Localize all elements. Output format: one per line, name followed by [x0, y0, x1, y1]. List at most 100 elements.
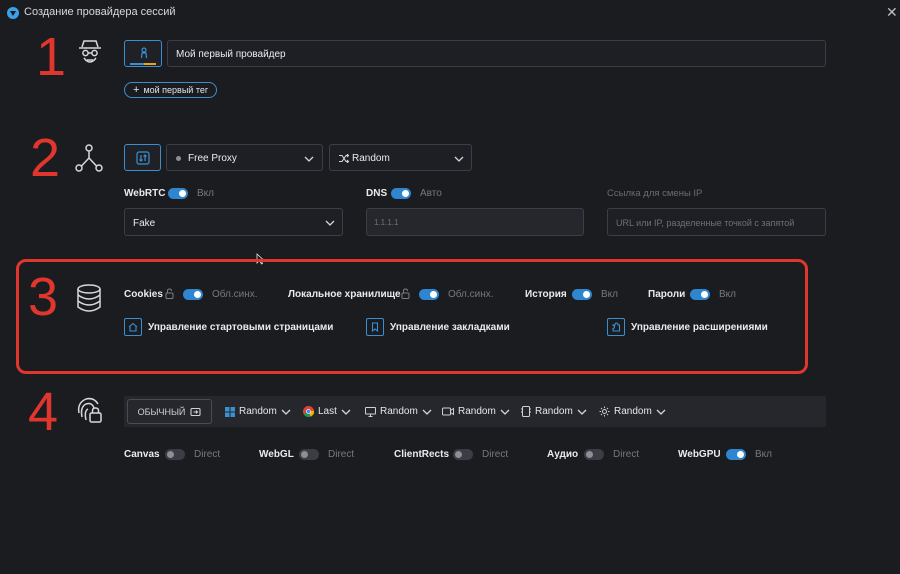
webrtc-select-value: Fake: [133, 218, 156, 229]
clientrects-toggle[interactable]: [453, 449, 473, 460]
cookies-toggle[interactable]: [183, 289, 203, 300]
incognito-user-icon: [79, 40, 101, 63]
chevron-down-icon: [304, 156, 314, 162]
step-number-2: 2: [30, 128, 61, 188]
mode-button-label: ОБЫЧНЫЙ: [137, 406, 186, 417]
toggle-knob: [737, 451, 744, 458]
cookies-label: Cookies: [124, 289, 163, 300]
close-icon[interactable]: ✕: [886, 5, 898, 19]
chevron-down-icon: [500, 409, 510, 415]
mode-button[interactable]: ОБЫЧНЫЙ: [127, 399, 212, 424]
chrome-icon: [303, 406, 314, 417]
webgl-label: WebGL: [259, 449, 294, 460]
dns-label: DNS: [366, 188, 388, 199]
local-storage-label: Локальное хранилище: [288, 289, 401, 300]
rotation-select[interactable]: Random: [329, 144, 472, 171]
webrtc-select[interactable]: Fake: [124, 208, 343, 236]
ip-change-input[interactable]: URL или IP, разделенные точкой с запятой: [607, 208, 826, 236]
bookmark-icon-box: [366, 318, 384, 336]
status-dot-icon: [176, 156, 181, 161]
avatar-color-strip-blue: [130, 63, 144, 65]
step-number-3: 3: [28, 267, 59, 327]
avatar-color-strip-orange: [144, 63, 156, 65]
monitor-icon: [365, 406, 376, 417]
passwords-state: Вкл: [719, 289, 736, 300]
webgl-toggle[interactable]: [299, 449, 319, 460]
toggle-knob: [179, 190, 186, 197]
webgpu-state: Вкл: [755, 449, 772, 460]
chevron-down-icon: [325, 220, 335, 226]
provider-name-input[interactable]: Мой первый провайдер: [167, 40, 826, 67]
puzzle-icon: [612, 322, 621, 332]
puzzle-icon-box: [607, 318, 625, 336]
database-icon: [77, 284, 101, 312]
home-icon: [128, 322, 138, 332]
screen-select[interactable]: Random: [365, 406, 432, 417]
swap-arrows-icon: [136, 151, 150, 165]
network-nodes-icon: [75, 144, 103, 172]
dns-input[interactable]: 1.1.1.1: [366, 208, 584, 236]
gpu-select-value: Random: [614, 406, 652, 417]
section-3-highlight: [16, 259, 808, 374]
proxy-select[interactable]: Free Proxy: [166, 144, 323, 171]
gear-icon: [599, 406, 610, 417]
audio-state: Direct: [613, 449, 640, 460]
app-logo-icon: [7, 7, 19, 19]
canvas-toggle[interactable]: [165, 449, 185, 460]
browser-select[interactable]: Last: [303, 406, 351, 417]
title-bar: Создание провайдера сессий ✕: [0, 0, 900, 26]
webrtc-label: WebRTC: [124, 188, 166, 199]
provider-name-value: Мой первый провайдер: [176, 49, 286, 60]
toggle-knob: [402, 190, 409, 197]
home-icon-box: [124, 318, 142, 336]
chevron-down-icon: [454, 156, 464, 162]
shuffle-icon: [339, 154, 349, 163]
phone-chip-icon: [521, 406, 531, 417]
refresh-icon: [190, 407, 201, 416]
cpu-select[interactable]: Random: [521, 406, 587, 417]
clientrects-state: Direct: [482, 449, 509, 460]
os-select[interactable]: Random: [225, 406, 291, 417]
avatar-button[interactable]: [124, 40, 162, 67]
toggle-knob: [701, 291, 708, 298]
history-state: Вкл: [601, 289, 618, 300]
cookies-state: Обл.синх.: [212, 289, 258, 300]
webrtc-toggle[interactable]: [168, 188, 188, 199]
toggle-knob: [586, 451, 593, 458]
local-storage-toggle[interactable]: [419, 289, 439, 300]
browser-select-value: Last: [318, 406, 337, 417]
chevron-down-icon: [341, 409, 351, 415]
webgpu-label: WebGPU: [678, 449, 721, 460]
clientrects-label: ClientRects: [394, 449, 450, 460]
dns-toggle[interactable]: [391, 188, 411, 199]
extensions-label: Управление расширениями: [631, 322, 768, 333]
toggle-knob: [167, 451, 174, 458]
chevron-down-icon: [281, 409, 291, 415]
history-toggle[interactable]: [572, 289, 592, 300]
proxy-select-value: Free Proxy: [188, 153, 237, 164]
dns-placeholder: 1.1.1.1: [374, 218, 399, 227]
local-storage-state: Обл.синх.: [448, 289, 494, 300]
audio-toggle[interactable]: [584, 449, 604, 460]
webcam-select[interactable]: Random: [442, 406, 510, 417]
audio-label: Аудио: [547, 449, 579, 460]
tag-chip[interactable]: + мой первый тег: [124, 82, 218, 98]
webrtc-state: Вкл: [197, 188, 214, 199]
screen-select-value: Random: [380, 406, 418, 417]
canvas-label: Canvas: [124, 449, 160, 460]
toggle-knob: [194, 291, 201, 298]
tag-label: мой первый тег: [143, 85, 209, 95]
chevron-down-icon: [577, 409, 587, 415]
webgpu-toggle[interactable]: [726, 449, 746, 460]
bookmark-icon: [371, 322, 379, 332]
window-title: Создание провайдера сессий: [24, 6, 176, 18]
proxy-mode-button[interactable]: [124, 144, 161, 171]
step-number-1: 1: [36, 27, 67, 87]
gpu-select[interactable]: Random: [599, 406, 666, 417]
cpu-select-value: Random: [535, 406, 573, 417]
bookmarks-label: Управление закладками: [390, 322, 510, 333]
windows-icon: [225, 406, 235, 417]
ip-change-placeholder: URL или IP, разделенные точкой с запятой: [616, 218, 795, 228]
passwords-toggle[interactable]: [690, 289, 710, 300]
chevron-down-icon: [656, 409, 666, 415]
